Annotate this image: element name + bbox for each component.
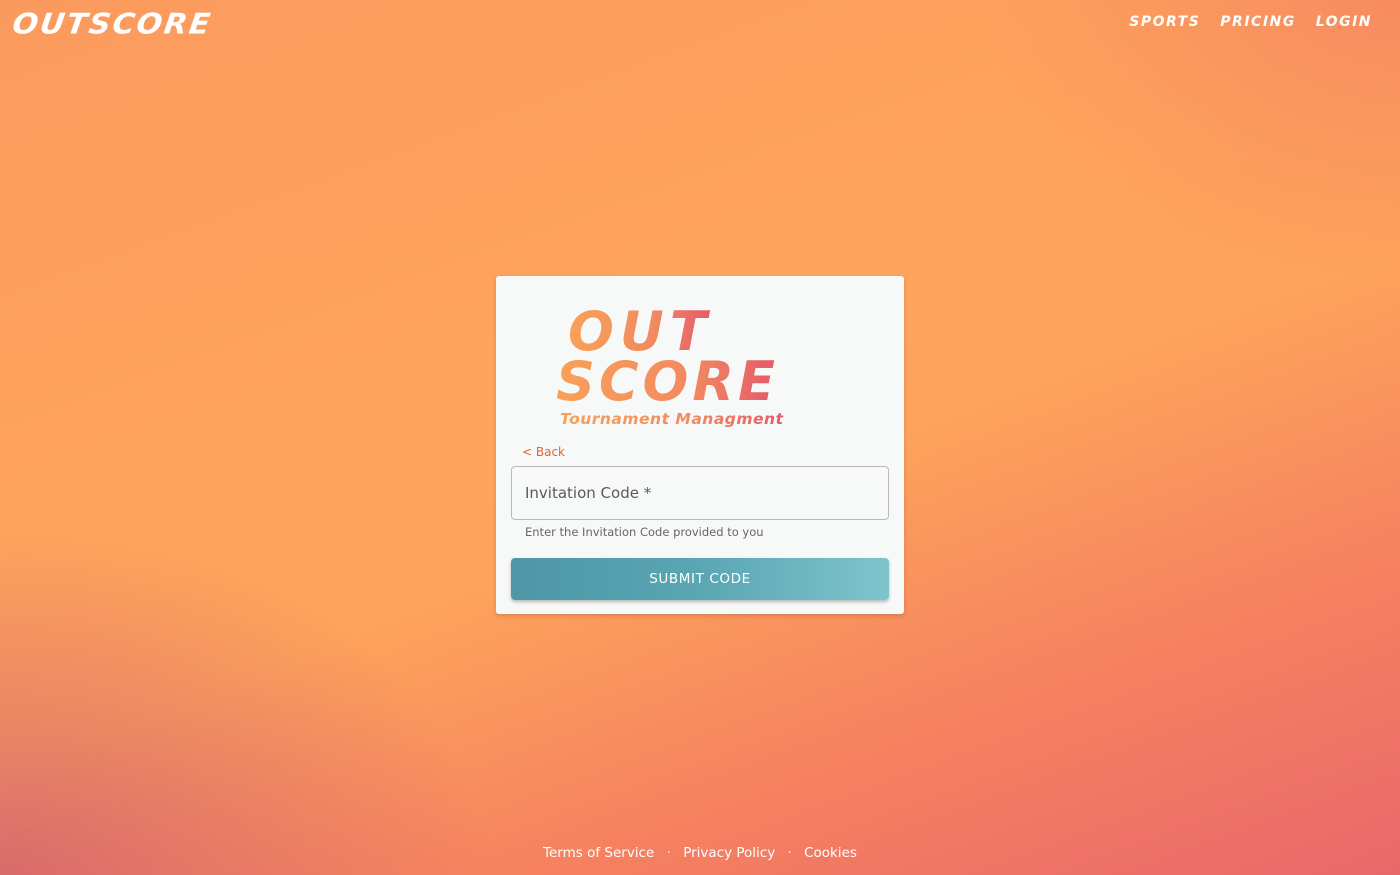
invitation-code-input[interactable] bbox=[512, 467, 888, 519]
nav-sports[interactable]: SPORTS bbox=[1129, 14, 1200, 30]
footer-separator: · bbox=[666, 845, 671, 861]
back-link[interactable]: < Back bbox=[522, 445, 565, 459]
footer-privacy-link[interactable]: Privacy Policy bbox=[683, 845, 775, 861]
submit-code-button[interactable]: SUBMIT CODE bbox=[511, 558, 889, 600]
nav-login[interactable]: LOGIN bbox=[1316, 14, 1372, 30]
footer-separator: · bbox=[787, 845, 792, 861]
invitation-card: OUT SCORE Tournament Managment < Back In… bbox=[496, 276, 904, 614]
logo-line-score: SCORE bbox=[556, 350, 779, 413]
logo-tagline: Tournament Managment bbox=[560, 410, 784, 428]
outscore-logo: OUT SCORE Tournament Managment bbox=[496, 300, 904, 430]
brand-logo[interactable]: OUTSCORE bbox=[10, 8, 214, 41]
footer: Terms of Service · Privacy Policy · Cook… bbox=[0, 845, 1400, 861]
top-nav: SPORTS PRICING LOGIN bbox=[1129, 14, 1372, 30]
footer-terms-link[interactable]: Terms of Service bbox=[543, 845, 654, 861]
footer-cookies-link[interactable]: Cookies bbox=[804, 845, 857, 861]
invitation-code-field[interactable]: Invitation Code * bbox=[511, 466, 889, 520]
invitation-code-helper: Enter the Invitation Code provided to yo… bbox=[525, 525, 764, 539]
outscore-logo-graphic: OUT SCORE Tournament Managment bbox=[556, 300, 784, 428]
nav-pricing[interactable]: PRICING bbox=[1220, 14, 1295, 30]
